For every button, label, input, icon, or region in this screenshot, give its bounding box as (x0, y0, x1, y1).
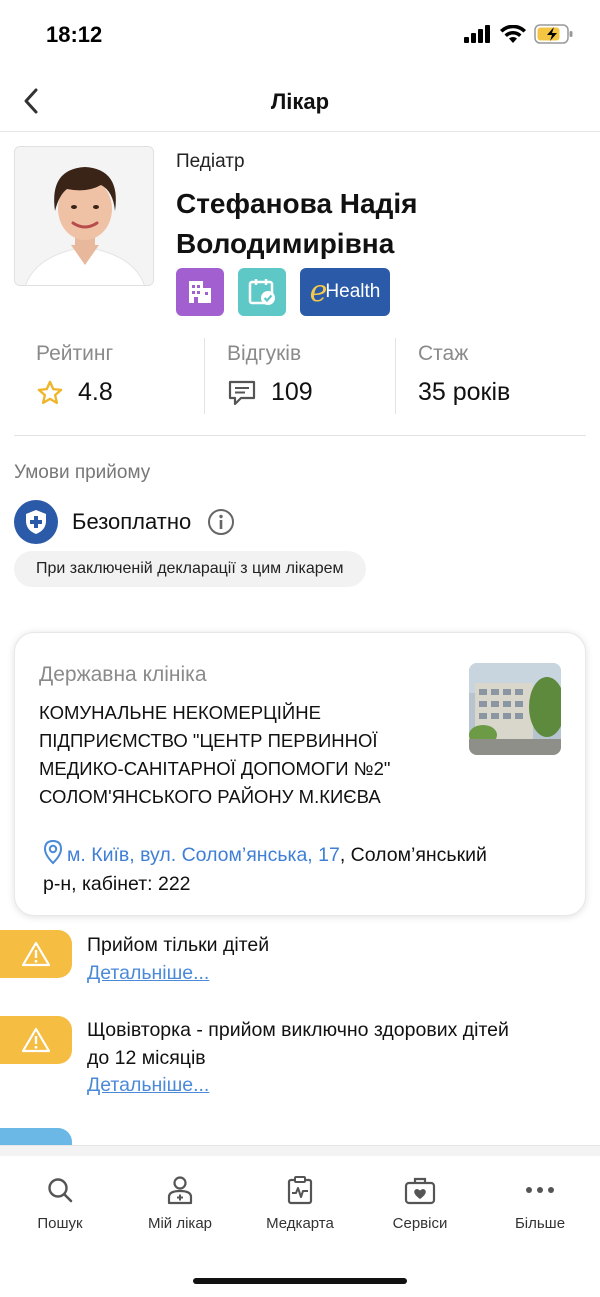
signal-icon (464, 25, 490, 43)
wifi-icon (500, 24, 526, 43)
notice-text: Щовівторка - прийом виключно здорових ді… (87, 1016, 577, 1072)
doctor-stats: Рейтинг 4.8 Відгуків 109 Стаж 35 років (14, 338, 586, 414)
conditions-row: Безоплатно (14, 500, 235, 544)
clinic-photo[interactable] (469, 663, 561, 755)
shield-badge (14, 500, 58, 544)
experience-value: 35 років (418, 378, 511, 406)
location-pin-icon (43, 839, 63, 865)
ehealth-badge[interactable]: e Health (300, 268, 390, 316)
battery-charging-icon (534, 24, 573, 44)
details-link[interactable]: Детальніше... (87, 962, 209, 985)
page-title: Лікар (270, 89, 330, 114)
tab-label: Більше (514, 1215, 566, 1232)
nav-bar: Лікар (0, 70, 600, 132)
tab-medcard[interactable]: Медкарта (240, 1174, 360, 1232)
stat-reviews[interactable]: Відгуків 109 (204, 338, 395, 414)
tab-label: Пошук (37, 1215, 83, 1232)
ehealth-logo-text: Health (325, 281, 381, 302)
details-link[interactable]: Детальніше... (87, 1074, 209, 1097)
tab-search[interactable]: Пошук (0, 1174, 120, 1232)
clinic-type: Державна клініка (39, 663, 207, 686)
price-text: Безоплатно (72, 509, 192, 534)
tab-bar-shadow (0, 1146, 600, 1156)
status-time: 18:12 (46, 22, 103, 47)
status-bar: 18:12 (0, 0, 600, 70)
notice-line: до 12 місяців (87, 1047, 206, 1069)
tab-bar: Пошук Мій лікар Медкарта Сервіси Більше (0, 1145, 600, 1297)
clinic-name-line: МЕДИКО-САНІТАРНОЇ ДОПОМОГИ №2" (39, 758, 391, 779)
clinic-name: КОМУНАЛЬНЕ НЕКОМЕРЦІЙНЕ ПІДПРИЄМСТВО "ЦЕ… (39, 699, 439, 811)
stat-experience: Стаж 35 років (395, 338, 586, 414)
warning-icon (21, 1027, 51, 1053)
doctor-specialty: Педіатр (176, 151, 245, 172)
medkit-icon (404, 1177, 436, 1205)
doctor-portrait-image (15, 147, 153, 285)
home-indicator (193, 1278, 407, 1284)
tab-my-doctor[interactable]: Мій лікар (120, 1174, 240, 1232)
warning-icon (21, 941, 51, 967)
notice-text: Прийом тільки дітей (87, 931, 577, 959)
clinic-name-line: КОМУНАЛЬНЕ НЕКОМЕРЦІЙНЕ (39, 702, 321, 723)
clinic-card[interactable]: Державна клініка КОМУНАЛЬНЕ НЕКОМЕРЦІЙНЕ… (14, 632, 586, 916)
declaration-note: При заключеній декларації з цим лікарем (14, 551, 366, 587)
status-icons (464, 24, 574, 44)
star-icon (37, 380, 63, 404)
warning-badge (0, 1016, 72, 1064)
conditions-label: Умови прийому (14, 462, 151, 483)
clinic-name-line: ПІДПРИЄМСТВО "ЦЕНТР ПЕРВИННОЇ (39, 730, 378, 751)
comment-icon (228, 380, 256, 405)
clinic-icon (189, 281, 211, 303)
address-link[interactable]: м. Київ, вул. Солом’янська, 17 (67, 844, 340, 866)
reviews-label: Відгуків (227, 342, 302, 365)
clinic-name-line: СОЛОМ'ЯНСЬКОГО РАЙОНУ М.КИЄВА (39, 786, 381, 807)
doctor-name-line2: Володимирівна (176, 228, 395, 259)
tab-services[interactable]: Сервіси (360, 1174, 480, 1232)
doctor-name: Стефанова Надія Володимирівна (176, 184, 576, 264)
address-district: , Солом’янський (339, 844, 487, 866)
tab-label: Мій лікар (147, 1215, 213, 1232)
clinic-address: м. Київ, вул. Солом’янська, 17, Солом’ян… (43, 839, 563, 899)
doctor-name-line1: Стефанова Надія (176, 188, 418, 219)
shield-plus-icon (26, 510, 46, 534)
calendar-check-icon (248, 279, 275, 305)
divider (14, 435, 586, 436)
doctor-icon (167, 1176, 193, 1205)
tab-more[interactable]: Більше (480, 1174, 600, 1232)
more-icon (526, 1187, 554, 1193)
tab-label: Медкарта (266, 1215, 334, 1232)
medcard-icon (287, 1176, 313, 1205)
reviews-value: 109 (271, 378, 313, 406)
doctor-badges: e Health (176, 268, 390, 316)
doctor-photo[interactable] (14, 146, 154, 286)
clinic-building-image (469, 663, 561, 755)
stat-rating[interactable]: Рейтинг 4.8 (14, 338, 204, 414)
tab-label: Сервіси (392, 1215, 448, 1232)
clinic-badge[interactable] (176, 268, 224, 316)
address-line2: р-н, кабінет: 222 (43, 873, 191, 895)
experience-label: Стаж (418, 342, 469, 365)
info-icon[interactable] (207, 508, 235, 536)
warning-badge (0, 930, 72, 978)
notice-line: Прийом тільки дітей (87, 934, 270, 956)
calendar-badge[interactable] (238, 268, 286, 316)
rating-value: 4.8 (78, 378, 113, 406)
rating-label: Рейтинг (36, 342, 114, 365)
search-icon (48, 1178, 73, 1203)
notice-line: Щовівторка - прийом виключно здорових ді… (87, 1019, 509, 1041)
